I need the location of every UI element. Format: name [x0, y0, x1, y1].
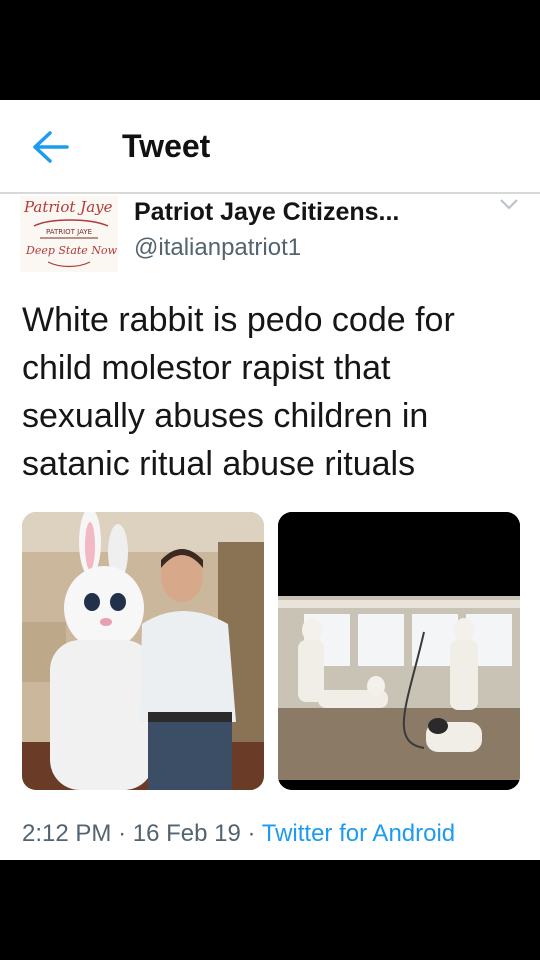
user-handle[interactable]: @italianpatriot1	[134, 234, 301, 262]
tweet-date: 16 Feb 19	[132, 820, 241, 847]
tweet-time: 2:12 PM	[22, 820, 112, 847]
tweet-screen: Tweet Patriot Jaye PATRIOT JAYE Deep Sta…	[0, 100, 540, 860]
meta-separator: ·	[118, 820, 127, 847]
logo-top-text: Patriot Jaye	[23, 198, 113, 216]
tweet-meta: 2:12 PM · 16 Feb 19 · Twitter for Androi…	[22, 820, 455, 848]
meta-separator: ·	[247, 820, 256, 847]
chevron-down-icon[interactable]	[498, 196, 520, 212]
arrow-left-icon[interactable]	[30, 130, 70, 164]
logo-middle-text: PATRIOT JAYE	[46, 228, 92, 236]
avatar[interactable]: Patriot Jaye PATRIOT JAYE Deep State Now	[20, 196, 118, 272]
photo-man-with-rabbit-costume	[22, 512, 264, 790]
logo-bottom-text: Deep State Now	[25, 244, 118, 257]
tweet-source-link[interactable]: Twitter for Android	[262, 820, 455, 847]
display-name[interactable]: Patriot Jaye Citizens...	[134, 198, 399, 227]
tweet-photo-1[interactable]	[22, 512, 264, 790]
tweet-photo-2[interactable]	[278, 512, 520, 790]
page-title: Tweet	[122, 128, 211, 164]
photo-people-in-rabbit-costumes	[278, 512, 520, 790]
tweet-text: White rabbit is pedo code for child mole…	[22, 301, 455, 483]
top-app-bar: Tweet	[0, 100, 540, 194]
